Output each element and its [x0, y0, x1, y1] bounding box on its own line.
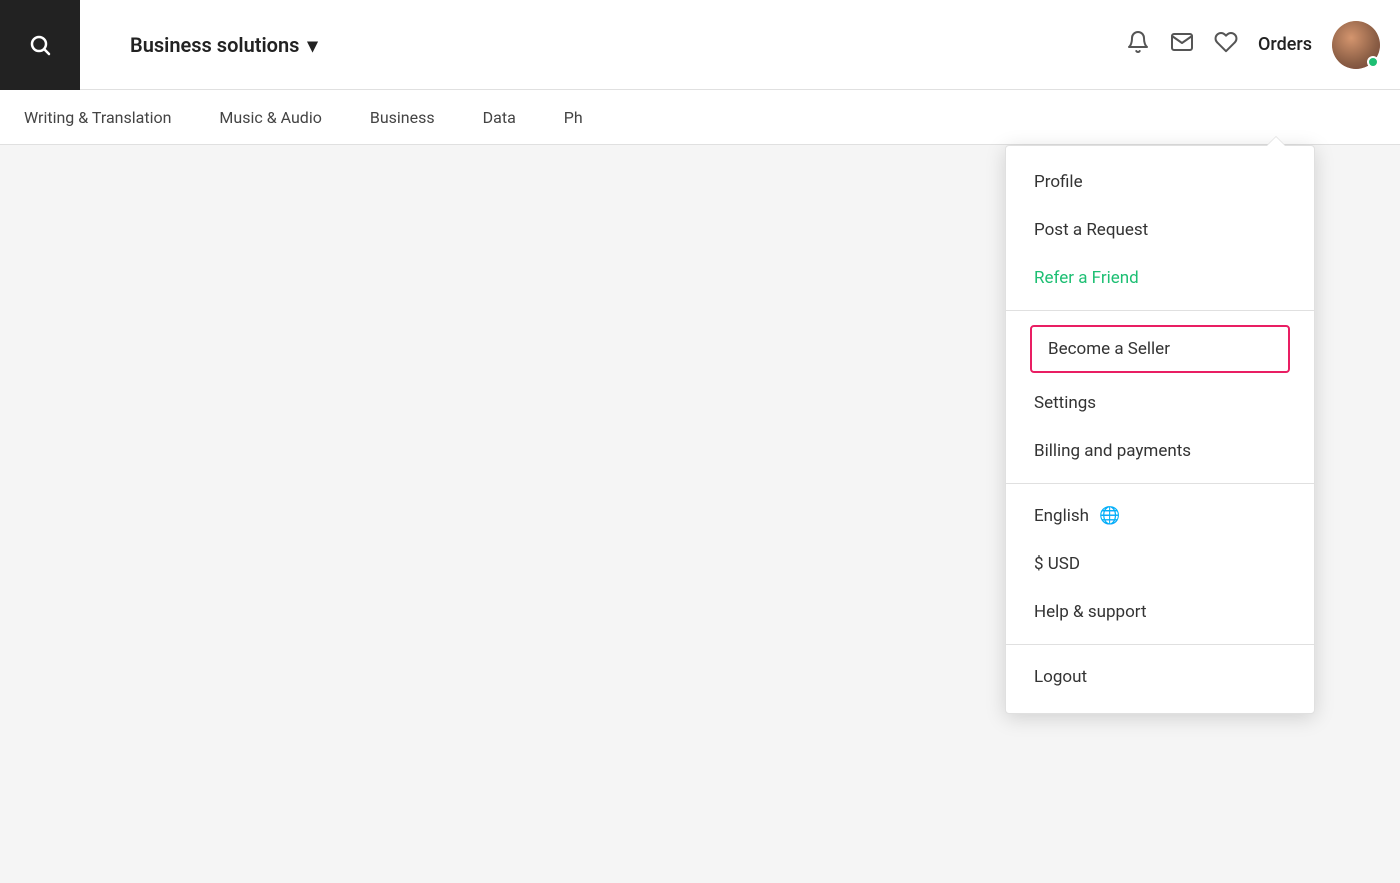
dropdown-item-profile[interactable]: Profile [1006, 158, 1314, 206]
user-dropdown-menu: Profile Post a Request Refer a Friend Be… [1005, 145, 1315, 714]
messages-icon[interactable] [1170, 30, 1194, 60]
header: Business solutions ▾ Orders [0, 0, 1400, 90]
main-content: Profile Post a Request Refer a Friend Be… [0, 145, 1400, 883]
dropdown-item-post-request[interactable]: Post a Request [1006, 206, 1314, 254]
nav-item-business[interactable]: Business [366, 90, 439, 144]
settings-label: Settings [1034, 393, 1096, 413]
divider-2 [1006, 483, 1314, 484]
business-solutions-button[interactable]: Business solutions ▾ [130, 33, 318, 57]
favorites-icon[interactable] [1214, 30, 1238, 60]
orders-button[interactable]: Orders [1258, 34, 1312, 55]
dropdown-item-currency[interactable]: $ USD [1006, 540, 1314, 588]
divider-3 [1006, 644, 1314, 645]
english-label: English [1034, 506, 1089, 526]
billing-label: Billing and payments [1034, 441, 1191, 461]
nav-item-ph[interactable]: Ph [560, 90, 587, 144]
online-status-indicator [1367, 56, 1379, 68]
nav-item-music-audio[interactable]: Music & Audio [215, 90, 325, 144]
dropdown-item-refer-friend[interactable]: Refer a Friend [1006, 254, 1314, 302]
divider-1 [1006, 310, 1314, 311]
notifications-icon[interactable] [1126, 30, 1150, 60]
help-label: Help & support [1034, 602, 1147, 622]
header-actions: Orders [1126, 21, 1380, 69]
logout-label: Logout [1034, 667, 1087, 687]
refer-friend-label: Refer a Friend [1034, 268, 1139, 288]
dropdown-item-billing[interactable]: Billing and payments [1006, 427, 1314, 475]
dropdown-item-english[interactable]: English 🌐 [1006, 492, 1314, 540]
nav-bar: Writing & Translation Music & Audio Busi… [0, 90, 1400, 145]
profile-label: Profile [1034, 172, 1083, 192]
search-button[interactable] [0, 0, 80, 90]
user-avatar-button[interactable] [1332, 21, 1380, 69]
dropdown-item-logout[interactable]: Logout [1006, 653, 1314, 701]
currency-label: $ USD [1034, 554, 1080, 574]
business-solutions-label: Business solutions [130, 33, 299, 57]
nav-item-data[interactable]: Data [479, 90, 520, 144]
dropdown-item-help[interactable]: Help & support [1006, 588, 1314, 636]
dropdown-item-become-seller[interactable]: Become a Seller [1030, 325, 1290, 373]
dropdown-item-settings[interactable]: Settings [1006, 379, 1314, 427]
globe-icon: 🌐 [1099, 506, 1120, 526]
chevron-down-icon: ▾ [307, 33, 317, 57]
search-icon [28, 33, 52, 57]
post-request-label: Post a Request [1034, 220, 1148, 240]
become-seller-label: Become a Seller [1048, 339, 1170, 359]
nav-item-writing-translation[interactable]: Writing & Translation [20, 90, 175, 144]
